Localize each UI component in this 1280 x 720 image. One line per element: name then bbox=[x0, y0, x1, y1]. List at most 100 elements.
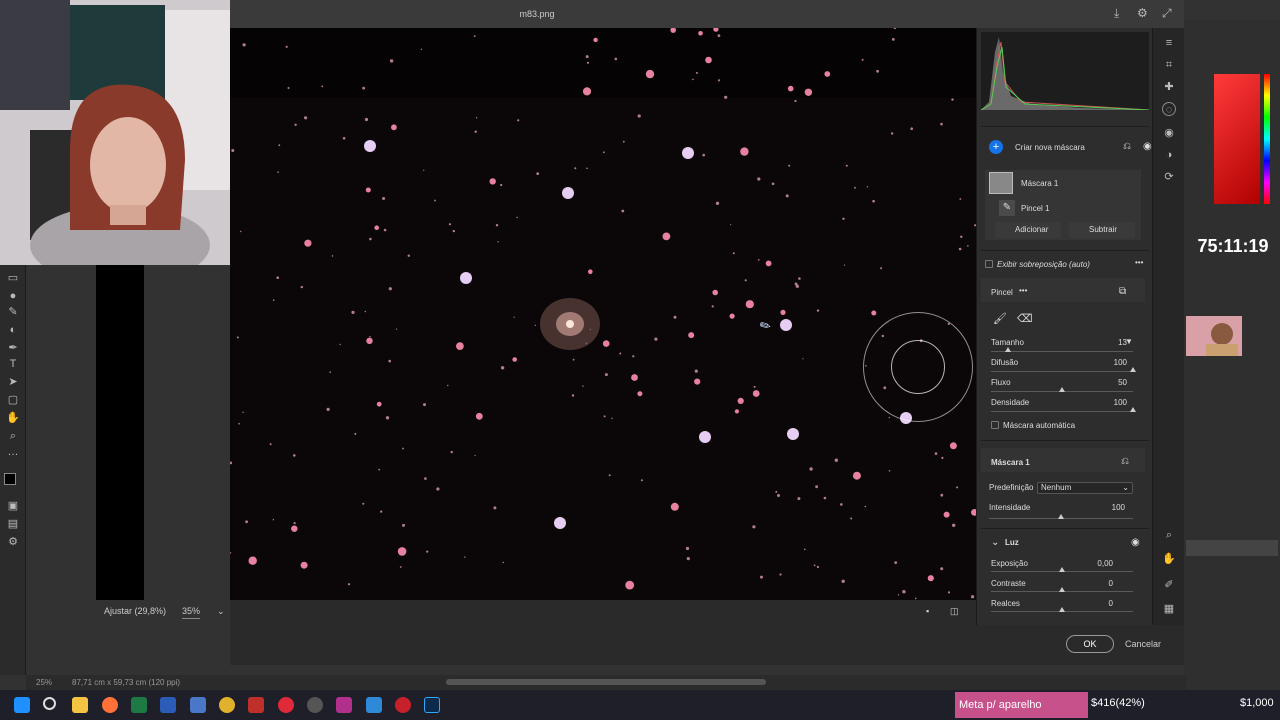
rectangle-tool-icon[interactable]: ▢ bbox=[4, 393, 22, 407]
brush-slider-thumb[interactable] bbox=[1059, 387, 1065, 392]
overlay-checkbox[interactable] bbox=[985, 260, 993, 268]
media-player-icon[interactable] bbox=[278, 697, 294, 713]
brush-tool-icon[interactable]: ✎ bbox=[4, 305, 22, 319]
marquee-tool-icon[interactable]: ▭ bbox=[4, 271, 22, 285]
brush-slider-track[interactable] bbox=[991, 351, 1133, 352]
excel-icon[interactable] bbox=[131, 697, 147, 713]
undo-icon[interactable]: ⎌ bbox=[1123, 141, 1131, 152]
brush-slider-value[interactable]: 50 bbox=[1101, 378, 1127, 387]
size-dropdown-icon[interactable]: ▼ bbox=[1125, 337, 1133, 346]
add-button[interactable]: Adicionar bbox=[995, 222, 1061, 238]
light-slider-value[interactable]: 0 bbox=[1087, 599, 1113, 608]
presets-icon[interactable]: ◑ bbox=[1162, 148, 1176, 162]
firefox-icon[interactable] bbox=[102, 697, 118, 713]
dodge-tool-icon[interactable]: ◐ bbox=[4, 323, 22, 337]
photoshop-icon[interactable] bbox=[424, 697, 440, 713]
color-sampler-icon[interactable]: ✐ bbox=[1162, 578, 1176, 592]
add-mask-icon[interactable]: + bbox=[989, 140, 1003, 154]
fit-zoom-label[interactable]: Ajustar (29,8%) bbox=[104, 606, 166, 616]
light-slider-thumb[interactable] bbox=[1059, 567, 1065, 572]
brush-component-name[interactable]: Pincel 1 bbox=[1021, 204, 1049, 213]
cancel-button[interactable]: Cancelar bbox=[1123, 635, 1163, 653]
more-options-icon[interactable]: ••• bbox=[1135, 258, 1143, 267]
mask-thumbnail[interactable] bbox=[989, 172, 1013, 194]
reset-icon[interactable]: ⎌ bbox=[1121, 456, 1129, 467]
zoom-dropdown[interactable]: 35% bbox=[182, 606, 201, 619]
intensity-value[interactable]: 100 bbox=[1099, 503, 1125, 512]
star bbox=[362, 502, 365, 505]
horizontal-scrollbar[interactable] bbox=[446, 679, 766, 685]
brush-slider-track[interactable] bbox=[991, 371, 1133, 372]
pen-tool-icon[interactable]: ✒ bbox=[4, 341, 22, 355]
image-preview[interactable]: ✎ bbox=[230, 28, 976, 600]
brush-slider-thumb[interactable] bbox=[1130, 367, 1136, 372]
screen-mode-icon[interactable]: ▤ bbox=[4, 517, 22, 531]
brush-slider-value[interactable]: 13 bbox=[1101, 338, 1127, 347]
status-zoom[interactable]: 25% bbox=[36, 678, 52, 687]
save-icon[interactable]: ⤓ bbox=[1114, 6, 1119, 21]
brush-expand-icon[interactable]: ⧉ bbox=[1119, 286, 1126, 297]
file-explorer-icon[interactable] bbox=[72, 697, 88, 713]
settings-gear-icon[interactable]: ⚙ bbox=[1137, 6, 1148, 20]
hue-slider[interactable] bbox=[1264, 74, 1270, 204]
light-slider-value[interactable]: 0,00 bbox=[1087, 559, 1113, 568]
layer-row[interactable] bbox=[1186, 540, 1278, 556]
auto-mask-checkbox[interactable] bbox=[991, 421, 999, 429]
notes-icon[interactable] bbox=[366, 697, 382, 713]
quick-mask-icon[interactable]: ▣ bbox=[4, 499, 22, 513]
path-select-icon[interactable]: ➤ bbox=[4, 375, 22, 389]
light-slider-thumb[interactable] bbox=[1059, 587, 1065, 592]
hand-tool-icon[interactable]: ✋ bbox=[4, 411, 22, 425]
eraser-icon[interactable]: ⌫ bbox=[1017, 312, 1033, 325]
chevron-down-icon[interactable]: ⌄ bbox=[991, 537, 999, 548]
hand-icon[interactable]: ✋ bbox=[1162, 552, 1176, 566]
foreground-color-swatch[interactable] bbox=[4, 473, 16, 485]
chrome-icon[interactable] bbox=[219, 697, 235, 713]
brush-slider-value[interactable]: 100 bbox=[1101, 398, 1127, 407]
type-tool-icon[interactable]: T bbox=[4, 357, 22, 371]
search-icon[interactable] bbox=[43, 697, 56, 710]
word-icon[interactable] bbox=[160, 697, 176, 713]
zoom-icon[interactable]: ⌕ bbox=[1162, 528, 1176, 542]
light-slider-thumb[interactable] bbox=[1059, 607, 1065, 612]
brush-paint-icon[interactable]: 🖌 bbox=[993, 312, 1007, 325]
snapshot-icon[interactable]: ⟳ bbox=[1162, 170, 1176, 184]
before-after-icon[interactable]: ▪ bbox=[926, 606, 929, 616]
brush-slider-thumb[interactable] bbox=[1130, 407, 1136, 412]
music-app-icon[interactable] bbox=[248, 697, 264, 713]
masking-icon[interactable]: ◌ bbox=[1162, 102, 1176, 116]
ok-button[interactable]: OK bbox=[1066, 635, 1114, 653]
status-doc-info[interactable]: 87,71 cm x 59,73 cm (120 ppi) bbox=[72, 678, 180, 687]
light-slider-value[interactable]: 0 bbox=[1087, 579, 1113, 588]
edit-sliders-icon[interactable]: ≡ bbox=[1162, 36, 1176, 50]
brush-slider-value[interactable]: 100 bbox=[1101, 358, 1127, 367]
obs-icon[interactable] bbox=[307, 697, 323, 713]
heal-icon[interactable]: ✚ bbox=[1162, 80, 1176, 94]
brush-slider-track[interactable] bbox=[991, 411, 1133, 412]
app-icon[interactable] bbox=[190, 697, 206, 713]
intensity-thumb[interactable] bbox=[1058, 514, 1064, 519]
app2-icon[interactable] bbox=[336, 697, 352, 713]
frame-tool-icon[interactable]: ⚙ bbox=[4, 535, 22, 549]
app3-icon[interactable] bbox=[395, 697, 411, 713]
split-view-icon[interactable]: ◫ bbox=[950, 606, 959, 617]
light-section-title[interactable]: Luz bbox=[1005, 538, 1019, 547]
more-tools-icon[interactable]: … bbox=[4, 445, 22, 459]
light-visibility-eye-icon[interactable]: ◉ bbox=[1131, 537, 1140, 548]
crop-icon[interactable]: ⌗ bbox=[1162, 58, 1176, 72]
subtract-button[interactable]: Subtrair bbox=[1069, 222, 1135, 238]
grid-icon[interactable]: ▦ bbox=[1162, 602, 1176, 616]
fill-tool-icon[interactable]: ● bbox=[4, 289, 22, 303]
brush-more-icon[interactable]: ••• bbox=[1019, 286, 1027, 295]
red-eye-icon[interactable]: ◉ bbox=[1162, 126, 1176, 140]
windows-start-icon[interactable] bbox=[14, 697, 30, 713]
brush-slider-thumb[interactable] bbox=[1005, 347, 1012, 352]
mask-name[interactable]: Máscara 1 bbox=[1021, 179, 1058, 188]
zoom-tool-icon[interactable]: ⌕ bbox=[4, 429, 22, 443]
preset-dropdown[interactable]: Nenhum ⌄ bbox=[1037, 482, 1133, 494]
chevron-down-icon[interactable]: ⌄ bbox=[217, 606, 225, 617]
color-picker-field[interactable] bbox=[1214, 74, 1260, 204]
visibility-eye-icon[interactable]: ◉ bbox=[1143, 141, 1152, 152]
fullscreen-icon[interactable]: ⤢ bbox=[1162, 6, 1172, 21]
create-new-mask-label[interactable]: Criar nova máscara bbox=[1015, 143, 1085, 152]
